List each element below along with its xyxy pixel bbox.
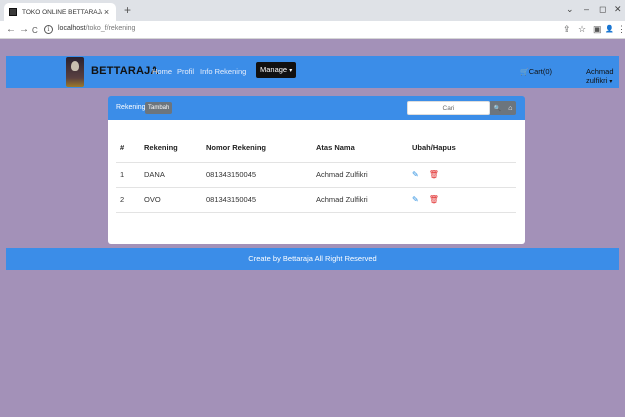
- tambah-button[interactable]: Tambah: [145, 102, 173, 114]
- header-rekening: Rekening: [140, 134, 202, 163]
- browser-menu-icon[interactable]: ⋮: [617, 24, 625, 35]
- caret-down-icon: ▾: [609, 79, 613, 85]
- header-atas-nama: Atas Nama: [312, 134, 408, 163]
- rekening-card-header: Rekening Tambah 🔍 ⌂: [108, 96, 525, 120]
- site-navbar: BETTARAJA Home Profil Info Rekening Mana…: [6, 56, 619, 88]
- site-footer: Create by Bettaraja All Right Reserved: [6, 248, 619, 270]
- trash-icon[interactable]: 🗑: [429, 170, 439, 179]
- cart-link[interactable]: 🛒Cart(0): [520, 67, 552, 76]
- table-row: 1 DANA 081343150045 Achmad Zulfikri ✎ 🗑: [116, 162, 516, 188]
- minimize-button[interactable]: –: [584, 4, 589, 14]
- cell-actions: ✎ 🗑: [408, 187, 516, 213]
- new-tab-button[interactable]: +: [124, 4, 131, 16]
- close-window-button[interactable]: ✕: [614, 4, 622, 15]
- manage-dropdown[interactable]: Manage ▾: [256, 62, 297, 78]
- cell-rekening: DANA: [140, 162, 202, 188]
- cart-icon: 🛒: [520, 69, 529, 76]
- cart-label: Cart(0): [528, 67, 553, 76]
- search-button-group: 🔍 ⌂: [490, 101, 516, 115]
- reload-button[interactable]: C: [32, 25, 38, 37]
- nav-home[interactable]: Home: [152, 67, 172, 76]
- cell-number: 1: [116, 162, 140, 188]
- cell-nomor: 081343150045: [202, 162, 312, 188]
- edit-icon[interactable]: ✎: [412, 195, 419, 204]
- user-dropdown[interactable]: Achmad zulfikri ▾: [586, 67, 619, 85]
- maximize-button[interactable]: ◻: [599, 4, 606, 15]
- sidebar-icon[interactable]: ▣: [593, 24, 602, 35]
- site-info-icon[interactable]: i: [44, 25, 53, 34]
- nav-info-rekening[interactable]: Info Rekening: [200, 67, 246, 76]
- cell-actions: ✎ 🗑: [408, 162, 516, 188]
- rekening-table: # Rekening Nomor Rekening Atas Nama Ubah…: [116, 134, 516, 213]
- table-header-row: # Rekening Nomor Rekening Atas Nama Ubah…: [116, 134, 516, 163]
- address-bar: ← → C i localhost/toko_f/rekening ⇪ ☆ ▣ …: [0, 21, 625, 39]
- edit-icon[interactable]: ✎: [412, 170, 419, 179]
- bookmark-star-icon[interactable]: ☆: [578, 24, 586, 35]
- site-favicon-icon: [9, 8, 17, 16]
- card-title: Rekening: [116, 104, 146, 111]
- url-path: /toko_f/rekening: [85, 25, 136, 32]
- cell-number: 2: [116, 187, 140, 213]
- home-icon[interactable]: ⌂: [508, 105, 512, 112]
- header-number: #: [116, 134, 140, 163]
- tab-close-icon[interactable]: ×: [102, 7, 111, 17]
- profile-icon[interactable]: 👤: [605, 24, 614, 35]
- brand-name[interactable]: BETTARAJA: [91, 65, 159, 77]
- share-icon[interactable]: ⇪: [563, 24, 571, 35]
- forward-button[interactable]: →: [19, 24, 29, 36]
- header-ubah-hapus: Ubah/Hapus: [408, 134, 516, 163]
- cell-nomor: 081343150045: [202, 187, 312, 213]
- cell-rekening: OVO: [140, 187, 202, 213]
- tab-search-chevron-icon[interactable]: ⌄: [566, 4, 574, 15]
- browser-tab[interactable]: TOKO ONLINE BETTARAJA ×: [4, 3, 116, 21]
- header-nomor-rekening: Nomor Rekening: [202, 134, 312, 163]
- url-field[interactable]: localhost/toko_f/rekening: [58, 25, 135, 32]
- tab-title: TOKO ONLINE BETTARAJA: [22, 8, 102, 16]
- site-logo[interactable]: [66, 57, 84, 87]
- cell-nama: Achmad Zulfikri: [312, 187, 408, 213]
- url-host: localhost: [58, 25, 86, 32]
- trash-icon[interactable]: 🗑: [429, 195, 439, 204]
- manage-label: Manage: [260, 65, 288, 74]
- caret-down-icon: ▾: [289, 68, 293, 74]
- browser-tabbar: TOKO ONLINE BETTARAJA × + ⌄ – ◻ ✕: [0, 0, 625, 21]
- search-input[interactable]: [407, 101, 490, 115]
- back-button[interactable]: ←: [6, 24, 16, 36]
- rekening-card-body: # Rekening Nomor Rekening Atas Nama Ubah…: [108, 120, 525, 244]
- nav-profil[interactable]: Profil: [177, 67, 194, 76]
- table-row: 2 OVO 081343150045 Achmad Zulfikri ✎ 🗑: [116, 187, 516, 213]
- cell-nama: Achmad Zulfikri: [312, 162, 408, 188]
- search-icon[interactable]: 🔍: [494, 105, 501, 112]
